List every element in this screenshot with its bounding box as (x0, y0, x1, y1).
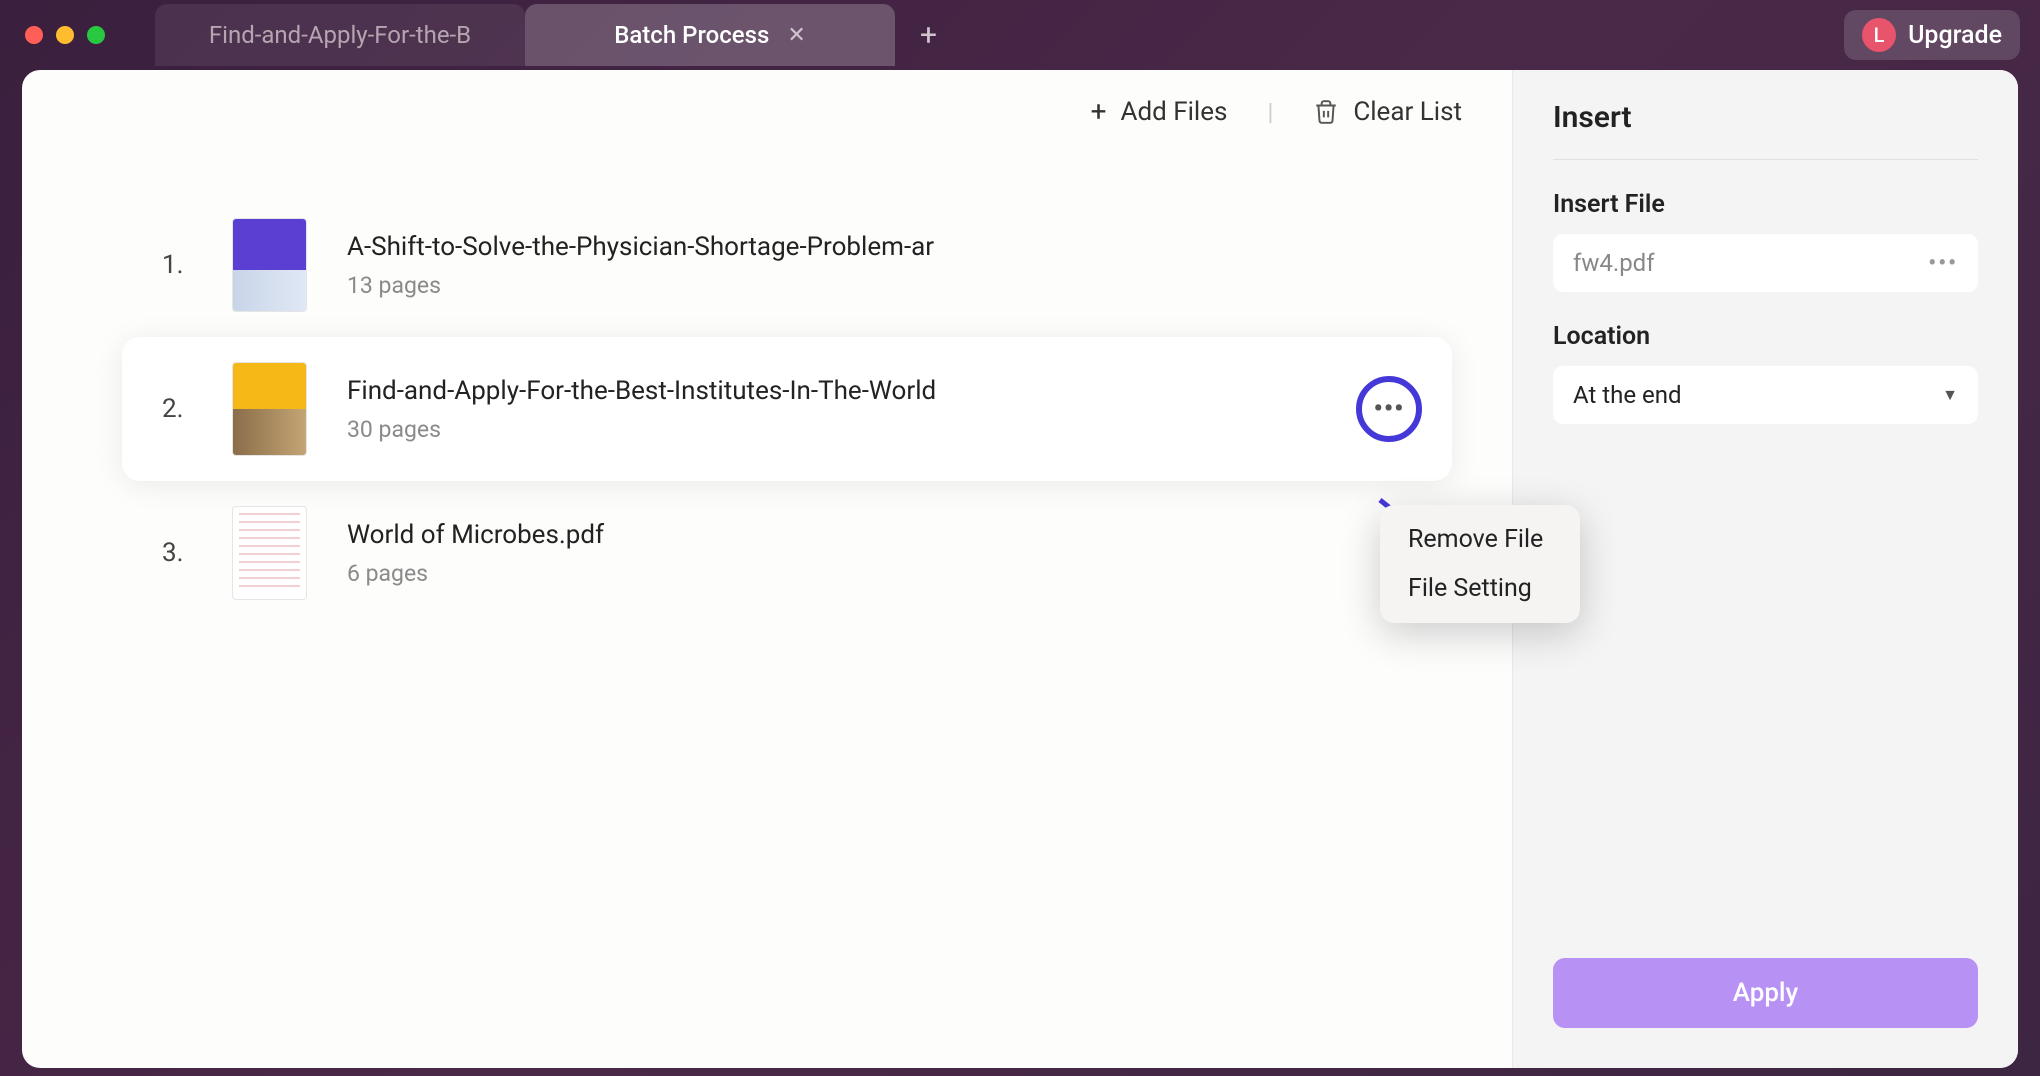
file-item[interactable]: 3. World of Microbes.pdf 6 pages (122, 481, 1452, 625)
file-item[interactable]: 1. A-Shift-to-Solve-the-Physician-Shorta… (122, 193, 1452, 337)
divider: | (1267, 98, 1273, 126)
insert-file-value: fw4.pdf (1573, 249, 1655, 277)
context-menu: Remove File File Setting (1380, 505, 1580, 623)
tab-label: Batch Process (614, 21, 769, 49)
avatar-letter: L (1874, 23, 1885, 47)
more-icon: ••• (1928, 251, 1958, 276)
apply-label: Apply (1733, 978, 1799, 1008)
insert-panel: Insert Insert File fw4.pdf ••• Location … (1512, 70, 2018, 1068)
file-thumbnail (232, 362, 307, 456)
add-files-button[interactable]: + Add Files (1091, 95, 1228, 128)
location-label: Location (1553, 322, 1978, 351)
maximize-window-button[interactable] (87, 26, 105, 44)
file-pages: 30 pages (347, 416, 1412, 443)
file-info: World of Microbes.pdf 6 pages (347, 520, 1412, 587)
app-window: + Add Files | Clear List 1. A-S (22, 70, 2018, 1068)
minimize-window-button[interactable] (56, 26, 74, 44)
upgrade-label: Upgrade (1908, 21, 2002, 50)
upgrade-button[interactable]: L Upgrade (1844, 10, 2020, 60)
titlebar: Find-and-Apply-For-the-B Batch Process ✕… (0, 0, 2040, 70)
item-index: 3. (162, 538, 192, 568)
clear-list-label: Clear List (1353, 97, 1462, 127)
file-setting-menu-item[interactable]: File Setting (1380, 564, 1580, 613)
tab-batch-process[interactable]: Batch Process ✕ (525, 4, 895, 66)
clear-list-button[interactable]: Clear List (1313, 97, 1462, 127)
apply-button[interactable]: Apply (1553, 958, 1978, 1028)
tab-document[interactable]: Find-and-Apply-For-the-B (155, 4, 525, 66)
file-info: A-Shift-to-Solve-the-Physician-Shortage-… (347, 232, 1412, 299)
trash-icon (1313, 98, 1339, 126)
location-select[interactable]: At the end ▼ (1553, 366, 1978, 424)
item-index: 1. (162, 250, 192, 280)
file-item-selected[interactable]: 2. Find-and-Apply-For-the-Best-Institute… (122, 337, 1452, 481)
remove-file-menu-item[interactable]: Remove File (1380, 515, 1580, 564)
more-options-button[interactable]: ••• (1356, 376, 1422, 442)
file-pages: 6 pages (347, 560, 1412, 587)
window-controls (25, 26, 105, 44)
tab-label: Find-and-Apply-For-the-B (209, 21, 471, 49)
chevron-down-icon: ▼ (1942, 385, 1958, 405)
main-area: + Add Files | Clear List 1. A-S (22, 70, 1512, 1068)
insert-file-selector[interactable]: fw4.pdf ••• (1553, 234, 1978, 292)
file-title: Find-and-Apply-For-the-Best-Institutes-I… (347, 376, 947, 406)
file-list: 1. A-Shift-to-Solve-the-Physician-Shorta… (22, 153, 1512, 665)
avatar: L (1862, 18, 1896, 52)
file-title: World of Microbes.pdf (347, 520, 1412, 550)
add-files-label: Add Files (1120, 97, 1227, 127)
item-index: 2. (162, 394, 192, 424)
new-tab-button[interactable]: + (920, 18, 937, 53)
close-window-button[interactable] (25, 26, 43, 44)
panel-title: Insert (1553, 100, 1978, 160)
file-thumbnail (232, 218, 307, 312)
location-value: At the end (1573, 381, 1682, 409)
plus-icon: + (1091, 95, 1107, 128)
file-thumbnail (232, 506, 307, 600)
file-pages: 13 pages (347, 272, 1412, 299)
file-title: A-Shift-to-Solve-the-Physician-Shortage-… (347, 232, 1412, 262)
close-tab-icon[interactable]: ✕ (787, 23, 805, 48)
toolbar: + Add Files | Clear List (22, 70, 1512, 153)
tabs-container: Find-and-Apply-For-the-B Batch Process ✕… (155, 0, 937, 70)
more-icon: ••• (1373, 394, 1404, 424)
file-info: Find-and-Apply-For-the-Best-Institutes-I… (347, 376, 1412, 443)
insert-file-label: Insert File (1553, 190, 1978, 219)
